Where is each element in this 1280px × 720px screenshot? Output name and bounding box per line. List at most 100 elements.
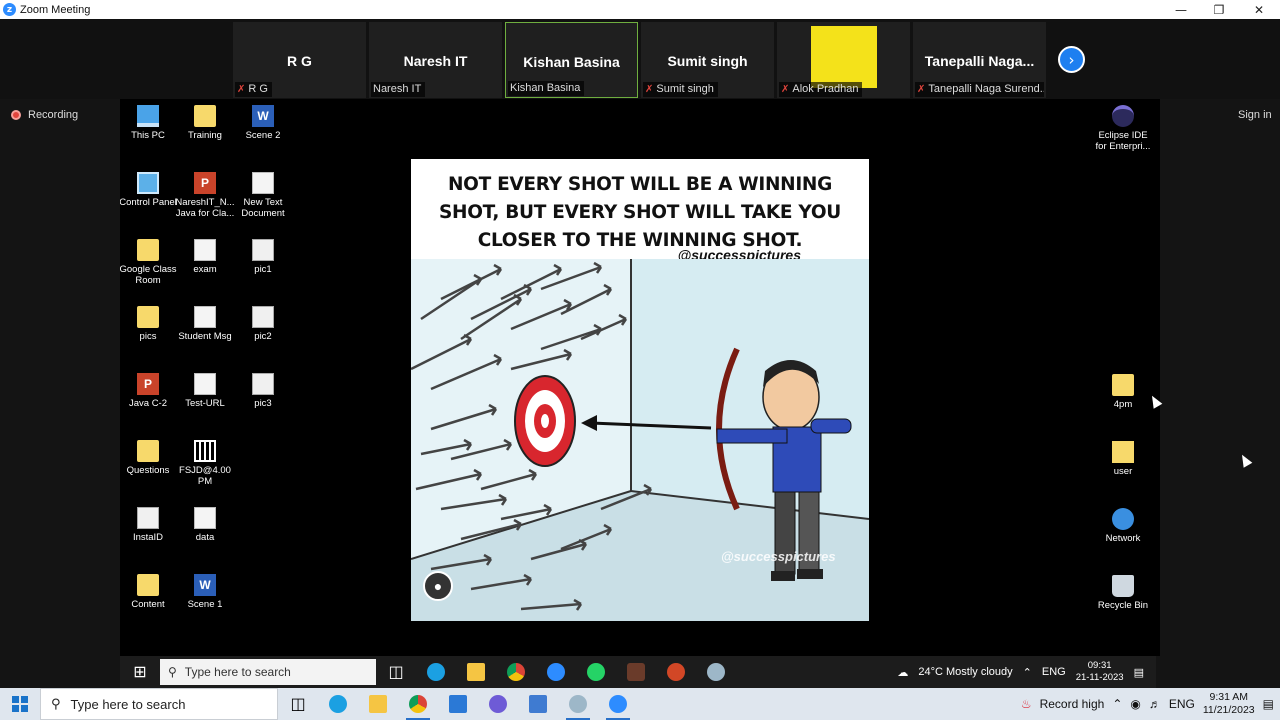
taskbar-clock[interactable]: 9:31 AM 11/21/2023 [1203,691,1255,717]
record-icon [11,110,21,120]
participant-name: Kishan Basina [523,54,620,70]
desktop-icon[interactable]: P NareshIT_N... Java for Cla... [174,172,236,219]
desktop-icon[interactable]: W Scene 1 [174,574,236,610]
taskbar-search-box[interactable]: ⚲ Type here to search [40,688,278,720]
participant-name: Naresh IT [403,53,468,69]
zoom-taskbar-icon[interactable] [598,688,638,720]
remote-search-box[interactable]: ⚲ Type here to search [160,659,376,685]
participant-tile[interactable]: R G ✗ R G [233,22,366,98]
slide-quote: NOT EVERY SHOT WILL BE A WINNING SHOT, B… [439,174,841,251]
notification-icon[interactable]: ▤ [1263,697,1274,711]
participant-tile[interactable]: ✗ Alok Pradhan [777,22,910,98]
desktop-icon[interactable]: exam [174,239,236,275]
remote-start-button[interactable]: ⊞ [120,662,160,682]
desktop-icon[interactable]: Recycle Bin [1092,575,1154,611]
close-button[interactable]: ✕ [1240,0,1278,19]
desktop-icon[interactable]: pic1 [232,239,294,275]
volume-icon[interactable]: ♬ [1149,697,1161,711]
desktop-icon[interactable]: This PC [120,105,179,141]
control-panel-icon [137,172,159,194]
desktop-icon[interactable]: pics [120,306,179,342]
desktop-icon[interactable]: Content [120,574,179,610]
desktop-icon-label: Training [188,130,222,141]
remote-powerpoint-icon[interactable] [662,661,690,683]
window-app-icon[interactable] [518,688,558,720]
archery-illustration [411,259,869,621]
desktop-icon[interactable]: 4pm [1092,374,1154,410]
participant-label: ✗ Sumit singh [643,82,718,97]
desktop-icon[interactable]: W Scene 2 [232,105,294,141]
recording-indicator[interactable]: Recording [11,109,78,121]
tray-chevron-icon[interactable]: ⌃ [1112,697,1122,711]
minimize-button[interactable]: — [1162,0,1200,19]
desktop-icon[interactable]: pic2 [232,306,294,342]
remote-chrome-icon[interactable] [502,661,530,683]
zoom-logo-icon: z [3,3,16,16]
desktop-icon[interactable]: InstaID [120,507,179,543]
edge-icon[interactable] [318,688,358,720]
sign-in-link[interactable]: Sign in [1238,109,1272,121]
participant-name: R G [287,53,312,69]
desktop-icon-label: Google Class Room [120,264,177,286]
participant-tile[interactable]: Tanepalli Naga... ✗ Tanepalli Naga Surend… [913,22,1046,98]
tray-chevron-icon[interactable]: ⌃ [1023,666,1032,679]
remote-app-icon[interactable] [622,661,650,683]
remote-explorer-icon[interactable] [462,661,490,683]
text-document-icon [194,373,216,395]
desktop-icon[interactable]: user [1092,441,1154,477]
snipping-tool-icon[interactable] [558,688,598,720]
desktop-icon[interactable]: data [174,507,236,543]
desktop-icon[interactable]: New Text Document [232,172,294,219]
restore-button[interactable]: ❐ [1200,0,1238,19]
mic-muted-icon: ✗ [237,84,246,95]
desktop-icon-label: Network [1105,533,1141,544]
participant-tile[interactable]: Naresh IT Naresh IT [369,22,502,98]
computer-icon [137,105,159,127]
task-view-icon[interactable]: ◫ [278,688,318,720]
next-participants-button[interactable]: › [1058,46,1085,73]
remote-app-icon[interactable] [702,661,730,683]
remote-taskview-icon[interactable]: ◫ [382,661,410,683]
remote-whatsapp-icon[interactable] [582,661,610,683]
desktop-icon-label: Eclipse IDE for Enterpri... [1095,130,1151,152]
desktop-icon-label: pics [139,331,157,342]
eclipse-icon [1112,105,1134,127]
camera-icon[interactable]: ● [423,571,453,601]
desktop-icon[interactable]: Google Class Room [120,239,179,286]
image-icon [252,306,274,328]
participant-tile[interactable]: Sumit singh ✗ Sumit singh [641,22,774,98]
desktop-icon[interactable]: Questions [120,440,179,476]
desktop-icon-label: pic3 [254,398,272,409]
remote-zoom-icon[interactable] [542,661,570,683]
taskbar: ⚲ Type here to search ◫ ♨ Record high ⌃ … [0,688,1280,720]
folder-icon [137,440,159,462]
mic-muted-icon: ✗ [781,84,790,95]
chrome-icon[interactable] [398,688,438,720]
start-button[interactable] [0,696,40,712]
desktop-icon[interactable]: Eclipse IDE for Enterpri... [1092,105,1154,152]
desktop-icon[interactable]: Network [1092,508,1154,544]
word-icon: W [194,574,216,596]
copilot-icon[interactable] [478,688,518,720]
recycle-bin-icon [1112,575,1134,597]
desktop-icon[interactable]: Student Msg [174,306,236,342]
desktop-icon[interactable]: Control Panel [120,172,179,208]
desktop-icon[interactable]: Training [174,105,236,141]
file-explorer-icon[interactable] [358,688,398,720]
word-icon: W [252,105,274,127]
desktop-icon[interactable]: Test-URL [174,373,236,409]
wifi-icon[interactable]: ◉ [1130,697,1140,711]
desktop-icon[interactable]: FSJD@4.00 PM [174,440,236,487]
desktop-icon[interactable]: pic3 [232,373,294,409]
participant-tile-active-speaker[interactable]: Kishan Basina Kishan Basina [505,22,638,98]
network-icon [1112,508,1134,530]
notification-icon[interactable]: ▤ [1134,666,1144,679]
desktop-icon-label: exam [193,264,217,275]
mail-icon[interactable] [438,688,478,720]
desktop-icon[interactable]: P Java C-2 [120,373,179,409]
folder-icon [137,239,159,261]
remote-system-tray: ☁ 24°C Mostly cloudy ⌃ ENG 09:31 21-11-2… [897,660,1144,684]
remote-clock[interactable]: 09:31 21-11-2023 [1076,660,1124,684]
remote-edge-icon[interactable] [422,661,450,683]
folder-icon [1112,374,1134,396]
